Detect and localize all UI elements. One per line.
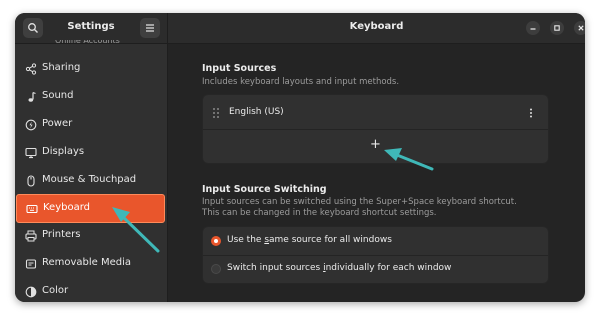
annotation-arrow-add	[384, 148, 434, 171]
annotation-arrows	[112, 148, 434, 253]
annotation-arrow-keyboard	[112, 207, 160, 253]
